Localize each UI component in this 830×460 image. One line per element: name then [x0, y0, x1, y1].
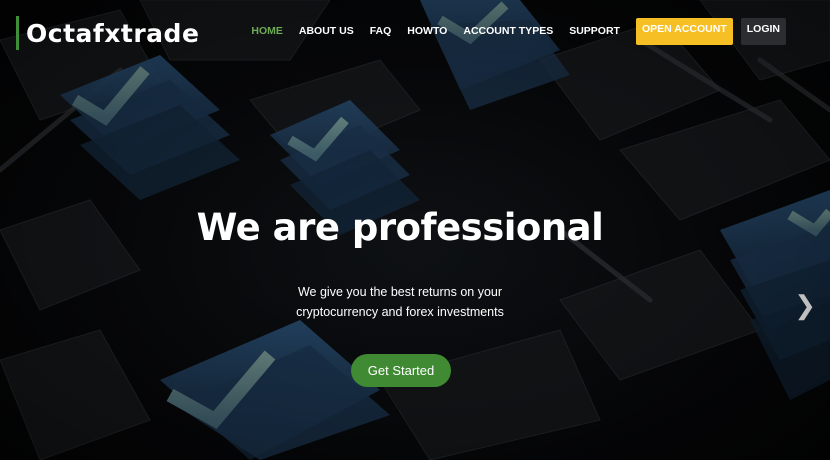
- brand-name[interactable]: Octafxtrade: [26, 19, 199, 48]
- nav-account-types[interactable]: ACCOUNT TYPES: [463, 25, 553, 37]
- login-button[interactable]: LOGIN: [740, 17, 786, 45]
- nav-home[interactable]: HOME: [251, 25, 283, 37]
- hero-subtext-line-2: cryptocurrency and forex investments: [296, 305, 504, 319]
- nav-howto[interactable]: HOWTO: [407, 25, 447, 37]
- chevron-right-icon[interactable]: ❯: [794, 292, 816, 318]
- brand-logo[interactable]: Octafxtrade: [16, 16, 199, 50]
- hero-headline: We are professional: [196, 206, 604, 249]
- main-nav: HOME ABOUT US FAQ HOWTO ACCOUNT TYPES SU…: [235, 17, 786, 45]
- nav-support[interactable]: SUPPORT: [569, 25, 620, 37]
- get-started-button[interactable]: Get Started: [351, 354, 451, 387]
- hero-subtext: We give you the best returns on your cry…: [0, 282, 800, 322]
- nav-about-us[interactable]: ABOUT US: [299, 25, 354, 37]
- hero-subtext-line-1: We give you the best returns on your: [297, 285, 503, 299]
- hero-section: Octafxtrade HOME ABOUT US FAQ HOWTO ACCO…: [0, 0, 830, 460]
- open-account-button[interactable]: OPEN ACCOUNT: [635, 17, 733, 45]
- nav-faq[interactable]: FAQ: [370, 25, 392, 37]
